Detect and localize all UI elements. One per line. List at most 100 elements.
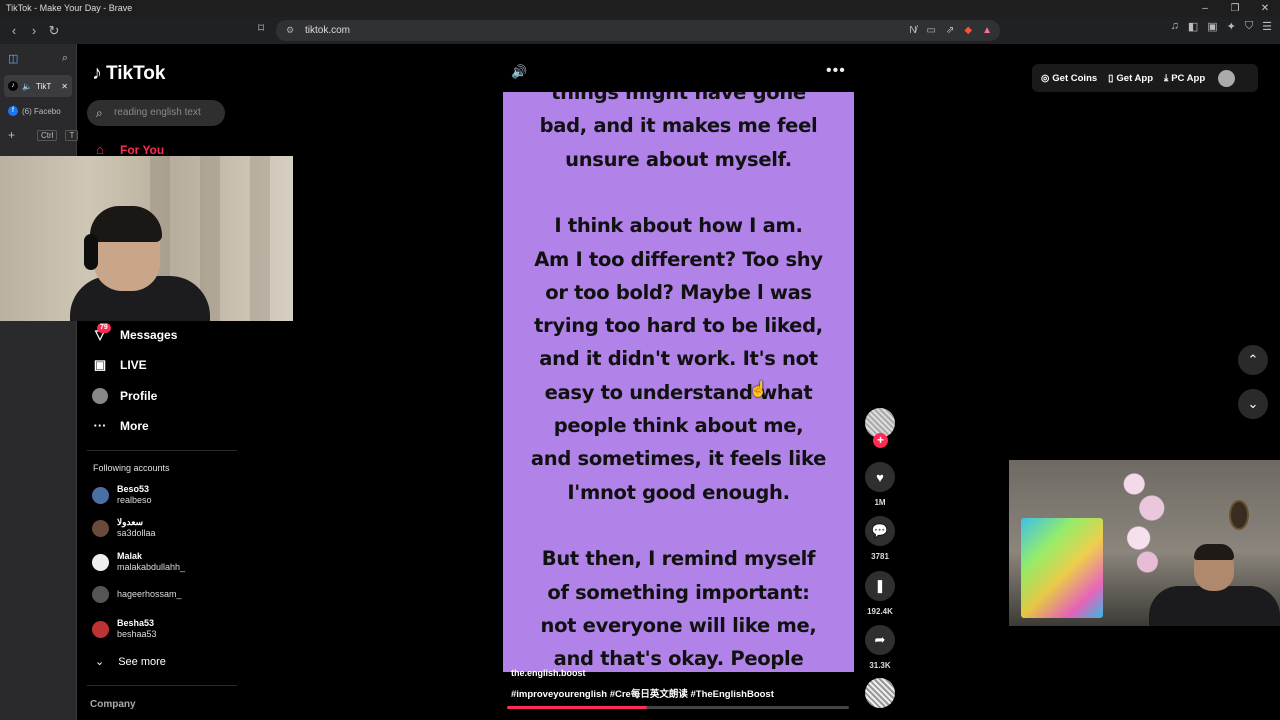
video-text-line: easy to understand what (544, 380, 813, 404)
search-input[interactable]: ⌕ reading english text (87, 100, 225, 126)
volume-icon[interactable]: 🔊 (511, 64, 527, 80)
webcam-overlay-left (0, 156, 293, 321)
video-text-line: or too bold? Maybe l was (545, 280, 812, 304)
video-progress-bar[interactable] (507, 706, 849, 709)
video-text-line: Am I too different? Too shy (534, 247, 823, 271)
address-bar[interactable]: ⚙ tiktok.com N̸ ▭ ⇗ ◆ ▲ (276, 20, 1000, 41)
comment-action[interactable]: 💬 3781 (864, 516, 896, 561)
nav-label: LIVE (120, 358, 147, 372)
tabs-toggle-icon[interactable]: ◫ (8, 52, 18, 65)
music-disc-icon[interactable] (865, 678, 895, 708)
next-video-button[interactable]: ⌄ (1238, 389, 1268, 419)
window-title: TikTok - Make Your Day - Brave (6, 3, 133, 13)
maximize-button[interactable]: ❐ (1220, 0, 1250, 17)
home-icon: ⌂ (96, 142, 104, 157)
window-controls: – ❐ ✕ (1190, 0, 1280, 17)
video-author[interactable]: the.english.boost (511, 668, 586, 678)
nav-label: Profile (120, 389, 158, 403)
video-text-line: and sometimes, it feels like (530, 447, 827, 471)
leo-icon[interactable]: ✦ (1227, 20, 1236, 33)
vertical-tabs-header: ◫ ⌕ (0, 44, 76, 72)
video-text-line: I think about how I am. (554, 214, 803, 238)
close-window-button[interactable]: ✕ (1250, 0, 1280, 17)
account-name: سعدولا (117, 517, 144, 527)
share-icon[interactable]: ⇗ (946, 20, 954, 41)
like-action[interactable]: ♥ 1M (864, 462, 896, 507)
tab-facebook[interactable]: f (6) Facebo (4, 100, 72, 122)
see-more-label: See more (118, 655, 166, 668)
following-account[interactable]: hageerhossam_ (92, 586, 182, 603)
share-action[interactable]: ➦ 31.3K (864, 625, 896, 670)
brave-shields-icon[interactable]: ◆ (964, 20, 972, 41)
company-link[interactable]: Company (90, 699, 136, 710)
forward-icon[interactable]: › (24, 21, 44, 41)
back-icon[interactable]: ‹ (4, 21, 24, 41)
search-placeholder: reading english text (114, 107, 201, 118)
download-icon: ⤓ (1164, 72, 1169, 84)
account-avatar (92, 519, 109, 537)
nav-live[interactable]: ▣ LIVE (92, 357, 147, 373)
nav-more[interactable]: ··· More (92, 418, 149, 433)
menu-icon[interactable]: ☰ (1262, 20, 1272, 33)
vertical-tabs-panel: ◫ ⌕ ♪ 🔈 TikT ✕ f (6) Facebo + Ctrl T (0, 44, 79, 720)
chevron-up-icon: ⌃ (1247, 352, 1259, 367)
following-account[interactable]: Beso53 realbeso (92, 484, 152, 506)
minimize-button[interactable]: – (1190, 0, 1220, 17)
save-count: 192.4K (867, 607, 893, 616)
wallet-icon[interactable]: ▣ (1207, 20, 1217, 33)
reader-icon[interactable]: N̸ (909, 20, 916, 41)
following-account[interactable]: Besha53 beshaa53 (92, 618, 157, 640)
vpn-icon[interactable]: ⛉ (1245, 20, 1253, 33)
video-player[interactable]: things might have gone bad, and it makes … (503, 92, 854, 672)
account-username: realbeso (117, 495, 152, 505)
nav-label: More (120, 418, 149, 433)
speaker-icon[interactable]: 🔈 (22, 82, 32, 91)
top-actions: ◎ Get Coins ▯ Get App ⤓ PC App (1032, 64, 1258, 92)
bookmark-icon[interactable]: ⌑ (258, 21, 264, 35)
pc-app-button[interactable]: ⤓ PC App (1164, 73, 1205, 84)
share-arrow-icon: ➦ (865, 625, 895, 655)
media-icon[interactable]: ♫ (1171, 20, 1179, 33)
more-options-icon[interactable]: ••• (826, 62, 846, 80)
webcam-overlay-right (1009, 460, 1280, 626)
search-icon: ⌕ (96, 106, 103, 120)
new-tab-button[interactable]: + Ctrl T (0, 128, 79, 142)
tiktok-favicon-icon: ♪ (8, 81, 18, 91)
sidebar-icon[interactable]: ◧ (1188, 20, 1198, 33)
see-more-button[interactable]: ⌄ See more (95, 655, 166, 669)
get-app-label: Get App (1116, 72, 1153, 84)
get-app-button[interactable]: ▯ Get App (1108, 73, 1153, 84)
reload-icon[interactable]: ↻ (44, 21, 64, 41)
close-tab-icon[interactable]: ✕ (61, 82, 68, 91)
account-username: beshaa53 (117, 629, 157, 639)
coin-icon: ◎ (1041, 72, 1050, 84)
following-account[interactable]: سعدولا sa3dollaa (92, 517, 156, 539)
follow-plus-icon[interactable]: + (873, 433, 888, 448)
get-coins-button[interactable]: ◎ Get Coins (1041, 73, 1097, 84)
save-action[interactable]: ❚ 192.4K (864, 571, 896, 616)
bookmark-icon: ❚ (865, 571, 895, 601)
brave-rewards-icon[interactable]: ▲ (982, 20, 992, 41)
chevron-down-icon: ⌄ (95, 656, 105, 668)
nav-for-you[interactable]: ⌂ For You (92, 142, 164, 157)
logo-text: TikTok (106, 62, 166, 84)
nav-profile[interactable]: Profile (92, 388, 157, 404)
tiktok-note-icon: ♪ (92, 62, 102, 84)
comment-icon: 💬 (865, 516, 895, 546)
video-text-line: unsure about myself. (565, 147, 792, 171)
tiktok-logo[interactable]: ♪ TikTok (92, 62, 165, 85)
previous-video-button[interactable]: ⌃ (1238, 345, 1268, 375)
cast-icon[interactable]: ▭ (927, 20, 936, 41)
user-avatar[interactable] (1218, 69, 1236, 87)
video-hashtags[interactable]: #improveyourenglish #Cre每日英文朗读 #TheEngli… (511, 686, 774, 700)
site-info-icon[interactable]: ⚙ (286, 20, 294, 41)
tab-search-icon[interactable]: ⌕ (62, 52, 68, 65)
video-text-line: and it didn't work. It's not (539, 347, 818, 371)
tab-label: (6) Facebo (22, 106, 61, 116)
video-text-line: But then, I remind myself (541, 547, 816, 571)
video-text-line: of something important: (547, 580, 810, 604)
account-name: Malak (117, 551, 143, 561)
nav-label: For You (120, 142, 165, 157)
following-account[interactable]: Malak malakabdullahh_ (92, 551, 185, 573)
tab-tiktok[interactable]: ♪ 🔈 TikT ✕ (4, 75, 72, 97)
